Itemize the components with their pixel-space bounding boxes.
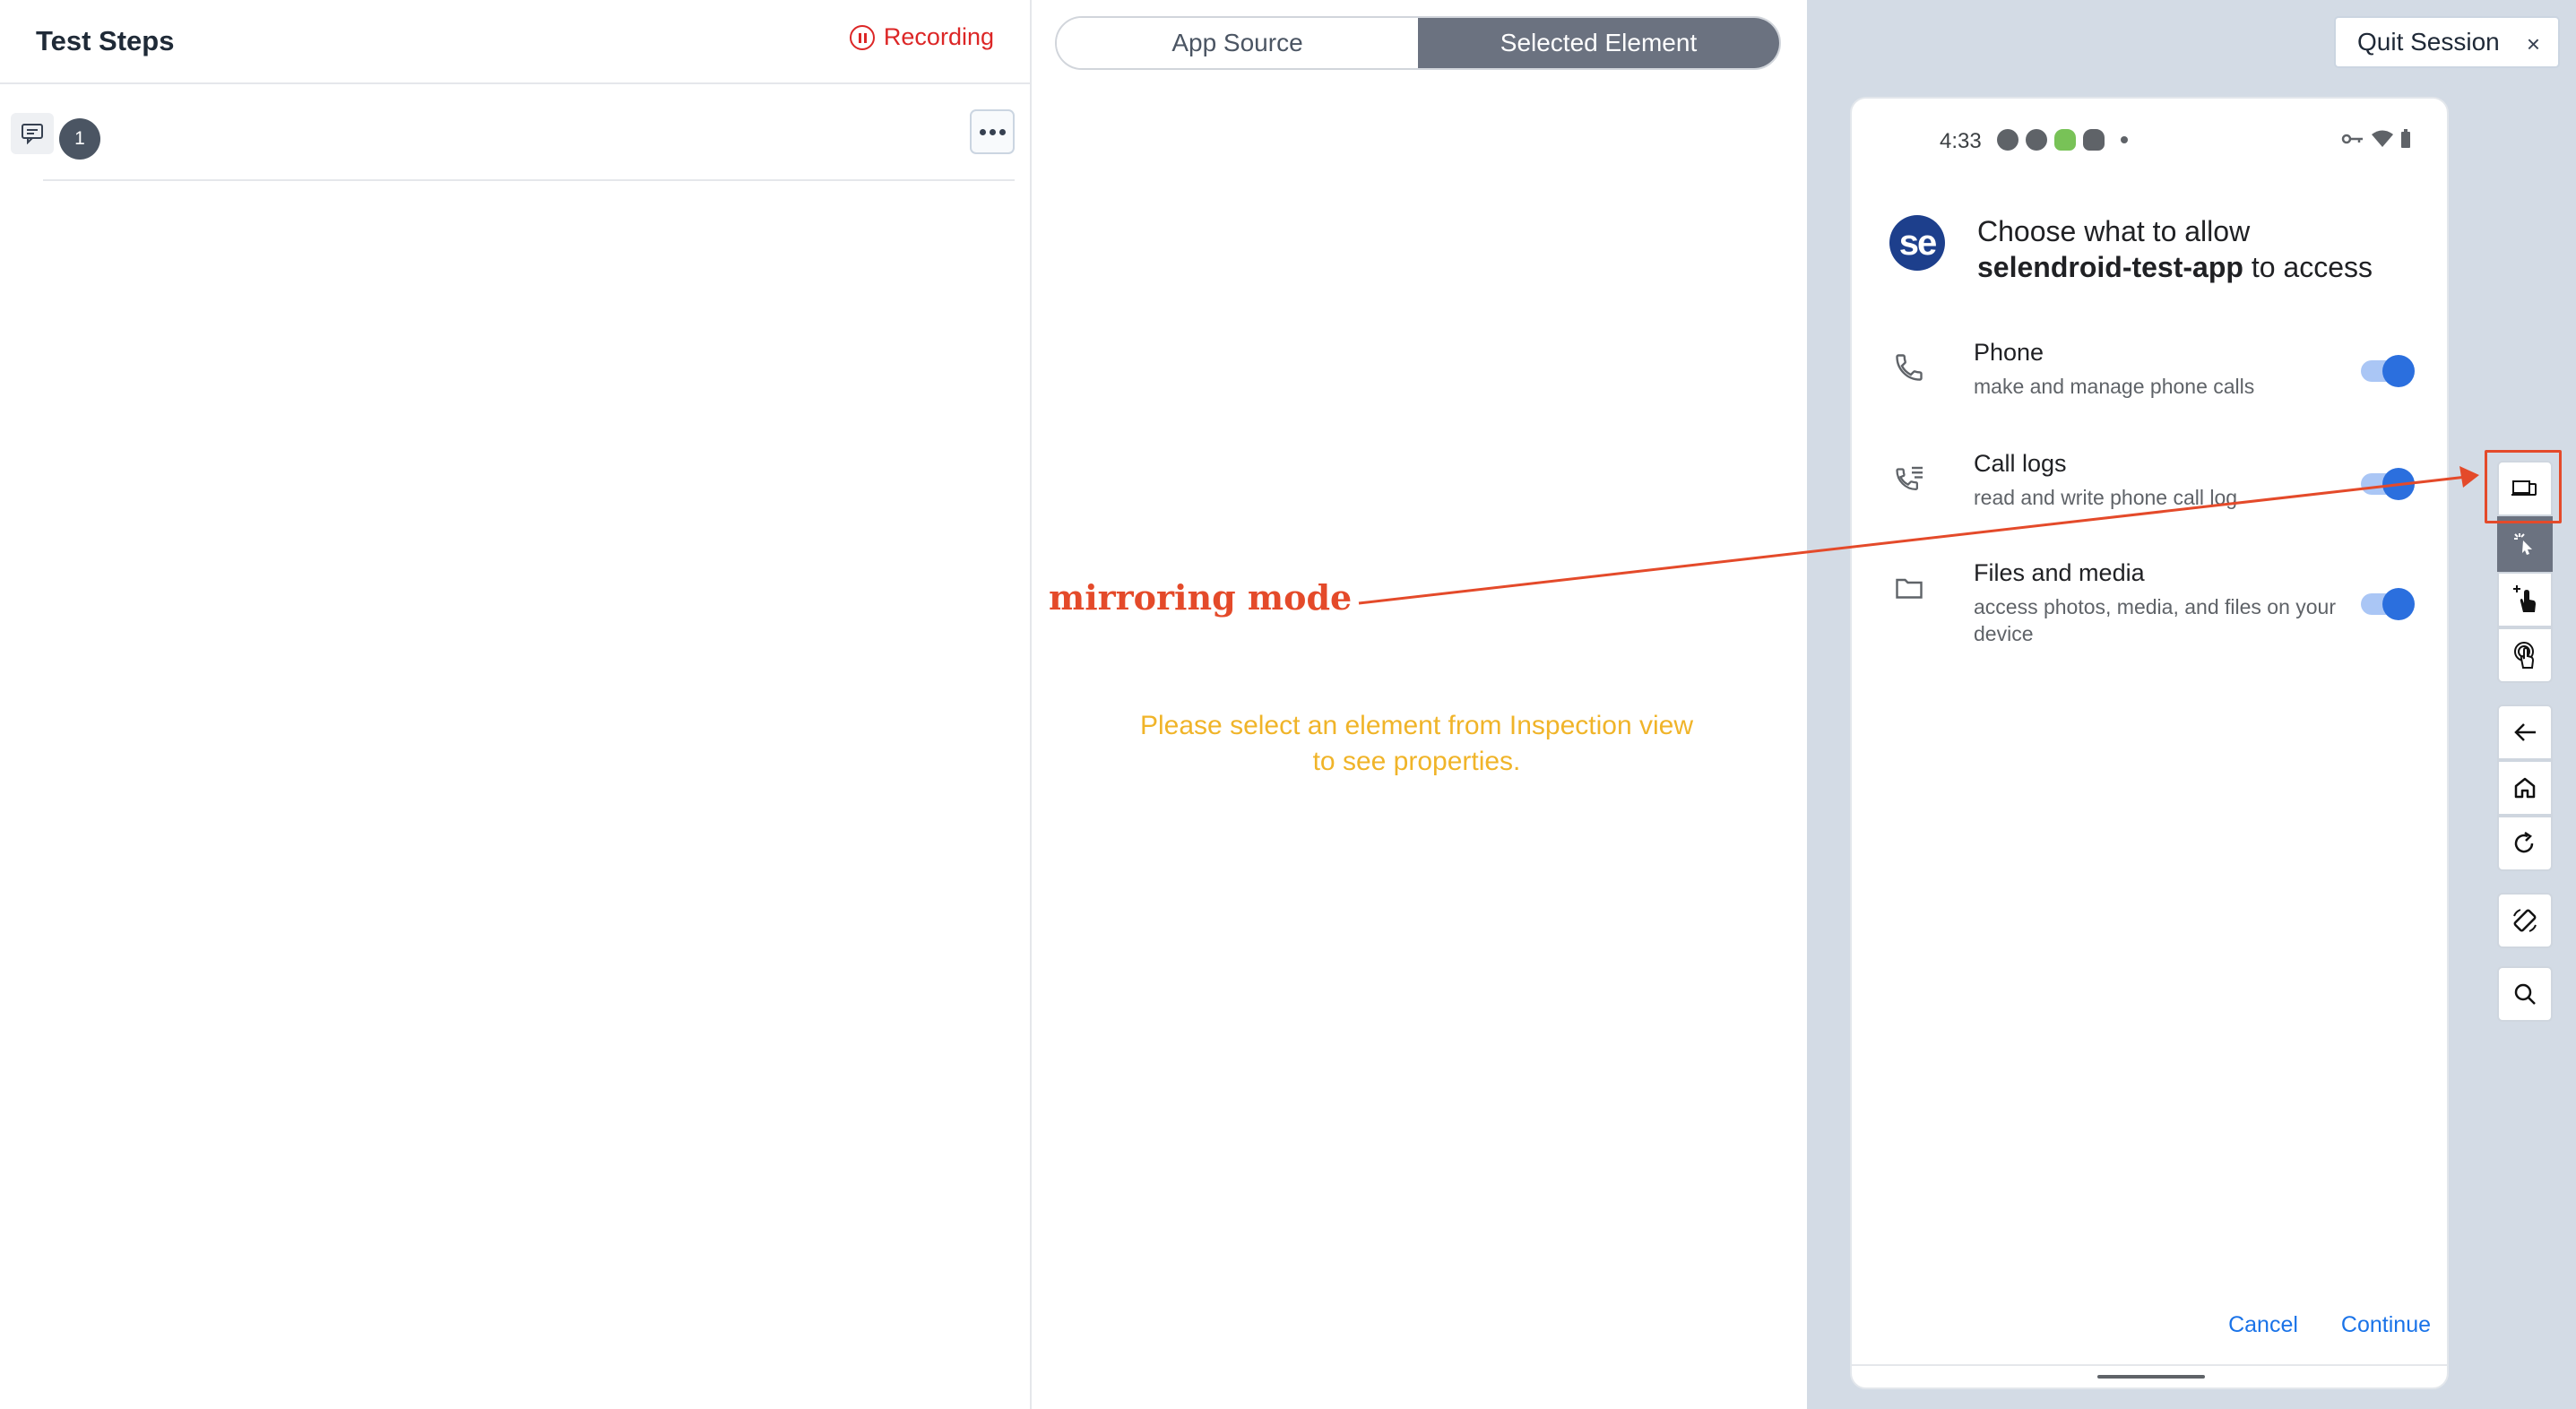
continue-button[interactable]: Continue	[2341, 1312, 2431, 1338]
mirror-mode-highlight	[2485, 450, 2562, 523]
step-row: 1	[0, 108, 1032, 179]
refresh-button[interactable]	[2497, 816, 2553, 871]
gesture-nav-pill[interactable]	[2097, 1375, 2205, 1379]
close-icon: ×	[2526, 30, 2540, 57]
wifi-icon	[2372, 130, 2393, 147]
vpn-key-icon	[2341, 134, 2363, 144]
pause-icon	[849, 24, 875, 50]
placeholder-line2: to see properties.	[1312, 747, 1521, 776]
phone-icon	[1889, 348, 1929, 387]
test-steps-title: Test Steps	[36, 25, 175, 56]
back-icon	[2514, 723, 2536, 741]
test-steps-header: Test Steps Recording	[0, 0, 1030, 84]
play-icon	[2026, 129, 2047, 151]
permission-toggle[interactable]	[2361, 588, 2415, 620]
permission-phone[interactable]: Phone make and manage phone calls	[1852, 339, 2447, 419]
notification-icon	[1997, 129, 2018, 151]
cancel-button[interactable]: Cancel	[2228, 1312, 2298, 1338]
tab-selected-element[interactable]: Selected Element	[1418, 18, 1779, 68]
gesture-icon	[2514, 642, 2535, 669]
back-button[interactable]	[2497, 704, 2553, 760]
permission-files-media[interactable]: Files and media access photos, media, an…	[1852, 559, 2447, 658]
annotation-label: mirroring mode	[1049, 577, 1353, 618]
app-name: selendroid-test-app	[1977, 251, 2243, 283]
permission-call-logs[interactable]: Call logs read and write phone call log	[1852, 450, 2447, 531]
status-system-icons	[2341, 129, 2411, 149]
placeholder-line1: Please select an element from Inspection…	[1140, 711, 1693, 740]
dialog-title-line2: selendroid-test-app to access	[1977, 251, 2373, 284]
quit-session-label: Quit Session	[2357, 28, 2500, 56]
search-button[interactable]	[2497, 966, 2553, 1022]
permission-title: Call logs	[1974, 450, 2067, 477]
refresh-icon	[2514, 831, 2534, 853]
select-element-icon	[2514, 533, 2532, 555]
inspector-panel: App Source Selected Element Please selec…	[1033, 0, 1807, 1409]
android-icon	[2054, 129, 2076, 151]
tap-coordinates-icon	[2513, 585, 2536, 612]
rotate-icon	[2513, 909, 2537, 932]
dialog-title-suffix: to access	[2243, 251, 2373, 283]
rotate-button[interactable]	[2497, 893, 2553, 948]
select-element-button[interactable]	[2497, 516, 2553, 572]
dot-icon	[2121, 136, 2128, 143]
ellipsis-icon	[979, 128, 986, 135]
permission-toggle[interactable]	[2361, 355, 2415, 387]
step-divider	[43, 179, 1015, 181]
tap-coordinates-button[interactable]	[2497, 572, 2553, 627]
test-steps-panel: Test Steps Recording 1	[0, 0, 1032, 1409]
step-more-button[interactable]	[970, 109, 1015, 154]
recording-label: Recording	[883, 23, 994, 50]
app-logo: se	[1889, 215, 1945, 271]
device-screenshot[interactable]: 4:33 se Choose what to allow selendroid-…	[1850, 97, 2449, 1389]
search-icon	[2514, 983, 2536, 1005]
tab-app-source[interactable]: App Source	[1057, 18, 1418, 68]
home-button[interactable]	[2497, 760, 2553, 816]
status-time: 4:33	[1940, 129, 1982, 153]
dialog-title: Choose what to allow	[1977, 215, 2251, 247]
nav-bar	[1852, 1364, 2447, 1366]
step-number-badge: 1	[59, 118, 100, 160]
folder-icon	[1889, 568, 1929, 608]
home-icon	[2514, 777, 2536, 799]
view-tabs: App Source Selected Element	[1055, 16, 1781, 70]
call-log-icon	[1889, 459, 1929, 498]
permission-title: Files and media	[1974, 559, 2145, 586]
status-notification-icons	[1997, 129, 2128, 151]
comment-icon[interactable]	[11, 113, 54, 154]
permission-toggle[interactable]	[2361, 468, 2415, 500]
permission-subtitle: access photos, media, and files on your …	[1974, 595, 2337, 645]
permission-subtitle: read and write phone call log	[1974, 486, 2238, 509]
android-icon	[2083, 129, 2105, 151]
dialog-actions: Cancel Continue	[2228, 1312, 2431, 1338]
battery-icon	[2401, 129, 2410, 148]
permission-subtitle: make and manage phone calls	[1974, 375, 2255, 398]
gesture-button[interactable]	[2497, 627, 2553, 683]
empty-selection-message: Please select an element from Inspection…	[1033, 708, 1800, 780]
quit-session-button[interactable]: Quit Session ×	[2334, 16, 2560, 68]
permission-title: Phone	[1974, 339, 2044, 366]
recording-button[interactable]: Recording	[849, 23, 994, 51]
